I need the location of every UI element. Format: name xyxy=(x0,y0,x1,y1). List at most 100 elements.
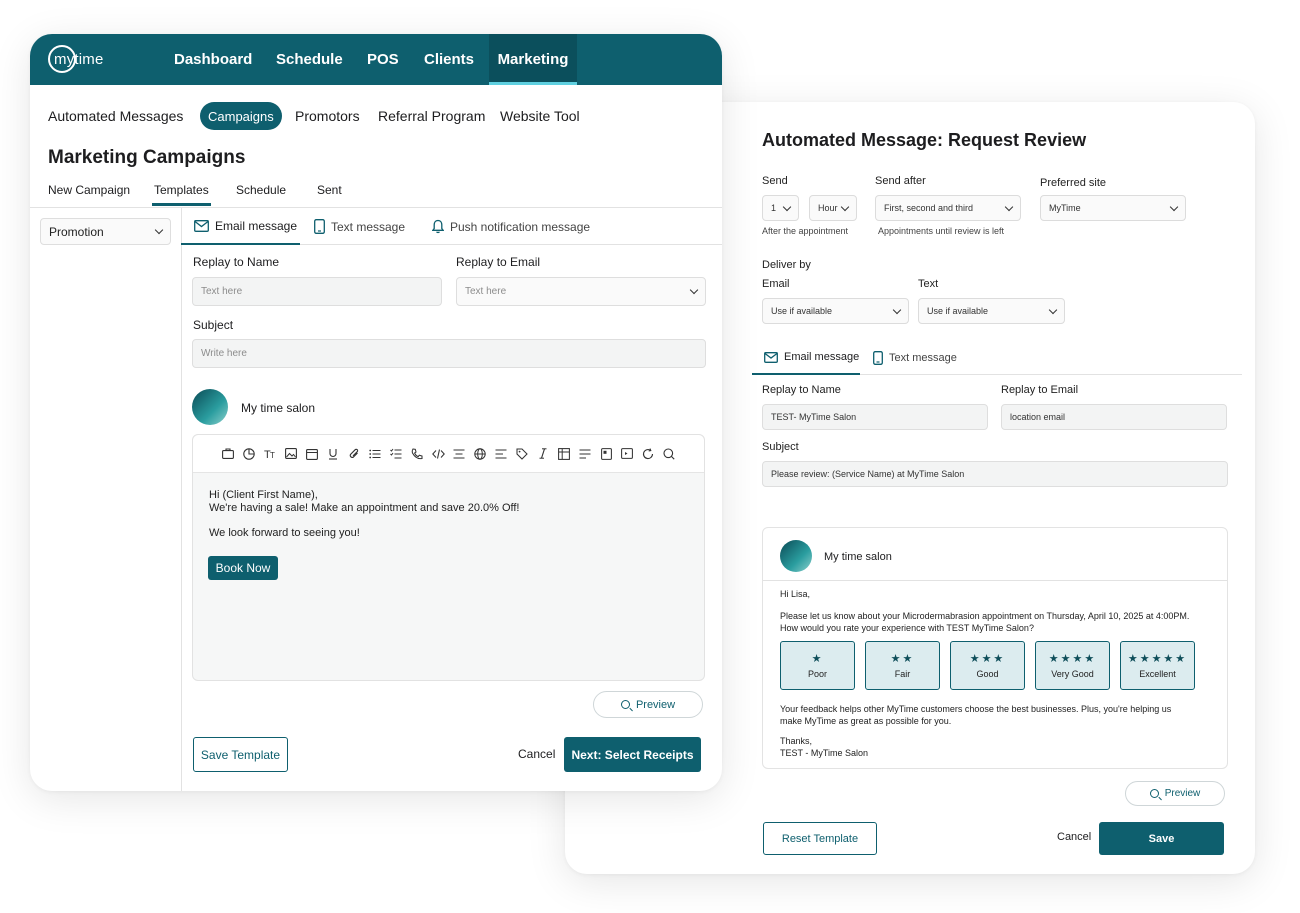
attachment-icon[interactable] xyxy=(347,447,361,461)
tab-email-label: Email message xyxy=(784,351,860,363)
cancel-button[interactable]: Cancel xyxy=(518,747,555,761)
cancel-button[interactable]: Cancel xyxy=(1057,831,1091,843)
save-template-button[interactable]: Save Template xyxy=(193,737,288,772)
nav-marketing[interactable]: Marketing xyxy=(489,34,577,85)
rating-excellent-button[interactable]: ★★★★★ Excellent xyxy=(1120,641,1195,690)
email-body-line3: We look forward to seeing you! xyxy=(209,527,360,539)
replay-name-input[interactable]: TEST- MyTime Salon xyxy=(762,404,988,430)
book-now-button[interactable]: Book Now xyxy=(208,556,278,580)
text-size-icon[interactable]: TT xyxy=(263,447,277,461)
email-editor[interactable]: TT Hi (Client First Name), We're having … xyxy=(192,434,705,681)
chevron-down-icon xyxy=(1169,202,1179,211)
send-unit-select[interactable]: Hour xyxy=(809,195,857,221)
replay-name-label: Replay to Name xyxy=(762,384,841,396)
align-center-icon[interactable] xyxy=(452,447,466,461)
envelope-icon xyxy=(764,351,778,363)
category-select[interactable]: Promotion xyxy=(40,218,171,245)
replay-email-select[interactable]: Text here xyxy=(456,277,706,306)
subnav-website-tool[interactable]: Website Tool xyxy=(500,102,580,130)
subnav-campaigns[interactable]: Campaigns xyxy=(200,102,282,130)
tab-templates[interactable]: Templates xyxy=(154,183,209,197)
deliver-text-select[interactable]: Use if available xyxy=(918,298,1065,324)
nav-dashboard[interactable]: Dashboard xyxy=(174,34,252,85)
replay-email-placeholder: Text here xyxy=(465,286,507,297)
save-button[interactable]: Save xyxy=(1099,822,1224,855)
tab-email-message[interactable]: Email message xyxy=(194,219,297,233)
checklist-icon[interactable] xyxy=(389,447,403,461)
preview-button[interactable]: Preview xyxy=(593,691,703,718)
tab-email-label: Email message xyxy=(215,219,298,233)
briefcase-icon[interactable] xyxy=(221,447,235,461)
nav-pos[interactable]: POS xyxy=(367,34,399,85)
rating-label: Poor xyxy=(807,669,827,679)
bullet-list-icon[interactable] xyxy=(368,447,382,461)
chevron-down-icon xyxy=(1048,305,1058,314)
tag-icon[interactable] xyxy=(515,447,529,461)
deliver-text-value: Use if available xyxy=(927,306,989,316)
tab-sent[interactable]: Sent xyxy=(317,183,342,197)
search-icon xyxy=(620,700,630,709)
send-after-select[interactable]: First, second and third xyxy=(875,195,1021,221)
subnav-promotors[interactable]: Promotors xyxy=(295,102,360,130)
replay-email-input[interactable]: location email xyxy=(1001,404,1227,430)
preferred-site-value: MyTime xyxy=(1049,203,1081,213)
send-count-select[interactable]: 1 xyxy=(762,195,799,221)
rating-fair-button[interactable]: ★★ Fair xyxy=(865,641,940,690)
image-icon[interactable] xyxy=(284,447,298,461)
nav-schedule[interactable]: Schedule xyxy=(276,34,343,85)
svg-text:T: T xyxy=(270,451,275,459)
subject-label: Subject xyxy=(762,441,799,453)
align-justify-icon[interactable] xyxy=(578,447,592,461)
zoom-icon[interactable] xyxy=(662,447,676,461)
refresh-icon[interactable] xyxy=(641,447,655,461)
tab-active-indicator xyxy=(152,203,211,206)
reset-template-button[interactable]: Reset Template xyxy=(763,822,877,855)
chevron-down-icon xyxy=(782,202,792,211)
phone-icon xyxy=(314,219,325,234)
rating-poor-button[interactable]: ★ Poor xyxy=(780,641,855,690)
tab-new-campaign[interactable]: New Campaign xyxy=(48,183,130,197)
pie-chart-icon[interactable] xyxy=(242,447,256,461)
replay-name-input[interactable]: Text here xyxy=(192,277,442,306)
page-icon[interactable] xyxy=(599,447,613,461)
preview-button-label: Preview xyxy=(1164,788,1201,799)
mytime-logo[interactable]: mytime xyxy=(48,45,103,73)
tab-email-message[interactable]: Email message xyxy=(764,351,859,363)
chevron-down-icon xyxy=(1004,202,1014,211)
tab-text-label: Text message xyxy=(331,219,406,234)
code-icon[interactable] xyxy=(431,447,445,461)
avatar xyxy=(780,540,812,572)
preview-thanks: Thanks, xyxy=(780,736,813,746)
rating-very-good-button[interactable]: ★★★★ Very Good xyxy=(1035,641,1110,690)
preferred-site-select[interactable]: MyTime xyxy=(1040,195,1186,221)
send-label: Send xyxy=(762,175,788,187)
align-left-icon[interactable] xyxy=(494,447,508,461)
salon-name: My time salon xyxy=(241,401,316,415)
rating-good-button[interactable]: ★★★ Good xyxy=(950,641,1025,690)
message-tab-active-indicator xyxy=(181,243,300,245)
preview-button[interactable]: Preview xyxy=(1125,781,1225,806)
envelope-icon xyxy=(194,220,209,232)
tab-push-notification[interactable]: Push notification message xyxy=(432,219,590,234)
subject-input[interactable]: Write here xyxy=(192,339,706,368)
tab-schedule[interactable]: Schedule xyxy=(236,183,286,197)
subnav-referral-program[interactable]: Referral Program xyxy=(378,102,485,130)
embed-icon[interactable] xyxy=(620,447,634,461)
subnav-automated-messages[interactable]: Automated Messages xyxy=(48,102,183,130)
chevron-down-icon xyxy=(840,202,850,211)
subject-input[interactable]: Please review: (Service Name) at MyTime … xyxy=(762,461,1228,487)
globe-icon[interactable] xyxy=(473,447,487,461)
tab-text-message[interactable]: Text message xyxy=(873,351,957,365)
italic-icon[interactable] xyxy=(536,447,550,461)
phone-call-icon[interactable] xyxy=(410,447,424,461)
table-icon[interactable] xyxy=(557,447,571,461)
underline-icon[interactable] xyxy=(326,447,340,461)
deliver-email-select[interactable]: Use if available xyxy=(762,298,909,324)
tab-active-indicator xyxy=(752,373,860,375)
calendar-icon[interactable] xyxy=(305,447,319,461)
replay-name-label: Replay to Name xyxy=(193,255,280,269)
next-select-receipts-button[interactable]: Next: Select Receipts xyxy=(564,737,701,772)
tab-text-message[interactable]: Text message xyxy=(314,219,405,234)
nav-clients[interactable]: Clients xyxy=(424,34,474,85)
editor-toolbar: TT xyxy=(193,435,704,473)
